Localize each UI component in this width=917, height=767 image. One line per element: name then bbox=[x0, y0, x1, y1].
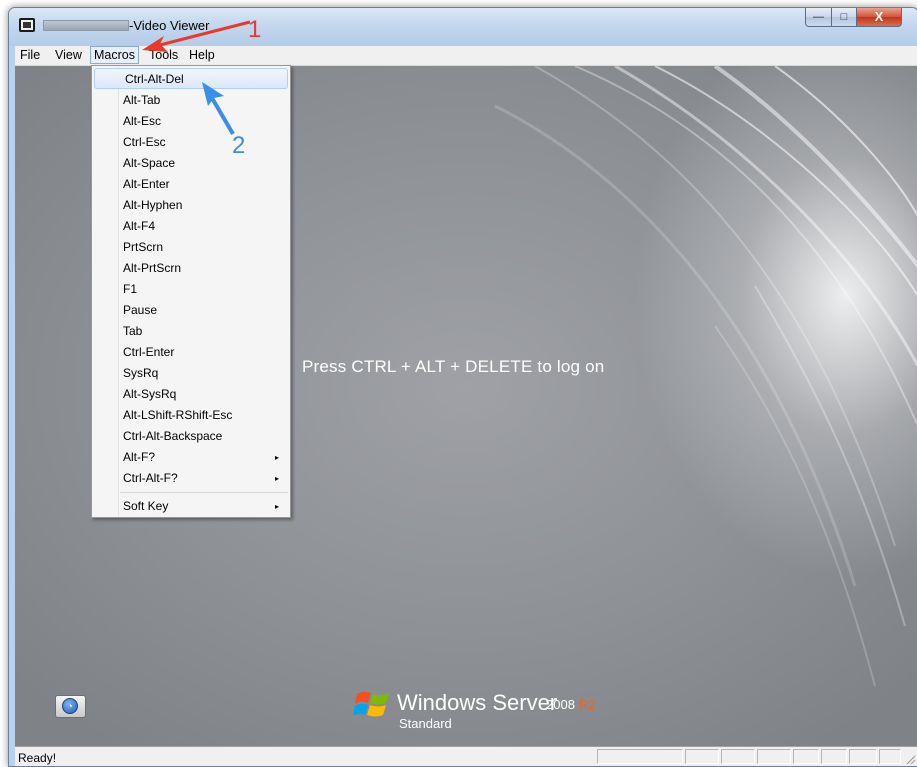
menu-view[interactable]: View bbox=[52, 48, 85, 63]
menu-item-label: Alt-PrtScrn bbox=[123, 261, 182, 275]
annotation-number-1: 1 bbox=[248, 16, 262, 43]
status-cell bbox=[821, 749, 847, 764]
macro-alt-space[interactable]: Alt-Space bbox=[93, 153, 289, 174]
menu-help[interactable]: Help bbox=[186, 48, 218, 63]
status-bar: Ready! bbox=[15, 746, 917, 766]
macro-alt-f-submenu[interactable]: Alt-F? ▸ bbox=[93, 447, 289, 468]
resize-grip-icon[interactable] bbox=[904, 753, 916, 765]
macro-ctrl-alt-del[interactable]: Ctrl-Alt-Del bbox=[94, 68, 288, 89]
menu-macros[interactable]: Macros bbox=[90, 46, 139, 64]
submenu-arrow-icon: ▸ bbox=[274, 453, 279, 462]
macro-alt-esc[interactable]: Alt-Esc bbox=[93, 111, 289, 132]
menu-item-label: Alt-F4 bbox=[123, 219, 156, 233]
close-button[interactable]: X bbox=[856, 8, 902, 27]
macros-dropdown-menu: Ctrl-Alt-Del Alt-Tab Alt-Esc Ctrl-Esc Al… bbox=[91, 65, 291, 518]
menu-item-label: Soft Key bbox=[123, 499, 169, 513]
submenu-arrow-icon: ▸ bbox=[274, 502, 279, 511]
macro-soft-key-submenu[interactable]: Soft Key ▸ bbox=[93, 496, 289, 517]
menu-tools[interactable]: Tools bbox=[146, 48, 181, 63]
menu-item-label: Alt-Enter bbox=[123, 177, 170, 191]
macro-alt-enter[interactable]: Alt-Enter bbox=[93, 174, 289, 195]
status-cell bbox=[757, 749, 791, 764]
menu-item-label: Alt-Space bbox=[123, 156, 176, 170]
logon-message: Press CTRL + ALT + DELETE to log on bbox=[302, 357, 605, 376]
brand-version: 2008 bbox=[546, 697, 575, 712]
macro-ctrl-enter[interactable]: Ctrl-Enter bbox=[93, 342, 289, 363]
macro-pause[interactable]: Pause bbox=[93, 300, 289, 321]
menu-item-label: Alt-Hyphen bbox=[123, 198, 183, 212]
menu-item-label: Tab bbox=[123, 324, 143, 338]
brand-edition: Standard bbox=[399, 716, 452, 731]
macro-prtscrn[interactable]: PrtScrn bbox=[93, 237, 289, 258]
menu-item-label: SysRq bbox=[123, 366, 159, 380]
title-bar[interactable]: -Video Viewer — □ X bbox=[9, 8, 917, 46]
menu-separator bbox=[120, 492, 288, 493]
status-cell bbox=[685, 749, 719, 764]
status-cell bbox=[793, 749, 819, 764]
menu-item-label: Alt-Tab bbox=[123, 93, 161, 107]
ease-of-access-button[interactable]: ◔ bbox=[55, 695, 86, 718]
menu-item-label: Ctrl-Alt-Backspace bbox=[123, 429, 223, 443]
maximize-button[interactable]: □ bbox=[831, 8, 857, 27]
title-redacted-block bbox=[43, 20, 129, 31]
macro-ctrl-alt-f-submenu[interactable]: Ctrl-Alt-F? ▸ bbox=[93, 468, 289, 489]
menu-item-label: Alt-SysRq bbox=[123, 387, 177, 401]
macro-alt-sysrq[interactable]: Alt-SysRq bbox=[93, 384, 289, 405]
status-cell bbox=[879, 749, 901, 764]
menu-file[interactable]: File bbox=[17, 48, 43, 63]
macro-f1[interactable]: F1 bbox=[93, 279, 289, 300]
menu-item-label: Ctrl-Enter bbox=[123, 345, 175, 359]
macro-ctrl-alt-backspace[interactable]: Ctrl-Alt-Backspace bbox=[93, 426, 289, 447]
annotation-number-2: 2 bbox=[232, 132, 246, 159]
status-cell bbox=[597, 749, 683, 764]
macro-alt-prtscrn[interactable]: Alt-PrtScrn bbox=[93, 258, 289, 279]
status-cell bbox=[849, 749, 877, 764]
menu-item-label: Pause bbox=[123, 303, 158, 317]
macro-alt-lshift-rshift-esc[interactable]: Alt-LShift-RShift-Esc bbox=[93, 405, 289, 426]
menu-item-label: PrtScrn bbox=[123, 240, 164, 254]
menu-item-label: Ctrl-Alt-F? bbox=[123, 471, 178, 485]
menu-item-label: Alt-LShift-RShift-Esc bbox=[123, 408, 233, 422]
menu-item-label: Alt-F? bbox=[123, 450, 156, 464]
brand-release: R2 bbox=[579, 697, 596, 712]
menu-bar: File View Macros Tools Help bbox=[15, 46, 917, 66]
macro-sysrq[interactable]: SysRq bbox=[93, 363, 289, 384]
minimize-button[interactable]: — bbox=[805, 8, 832, 27]
windows-flag-icon bbox=[353, 691, 389, 717]
macro-tab[interactable]: Tab bbox=[93, 321, 289, 342]
brand-name: Windows Server bbox=[397, 690, 558, 715]
macro-ctrl-esc[interactable]: Ctrl-Esc bbox=[93, 132, 289, 153]
submenu-arrow-icon: ▸ bbox=[274, 474, 279, 483]
windows-server-logo: Windows Server 2008 R2 Standard bbox=[353, 688, 596, 736]
menu-item-label: Ctrl-Esc bbox=[123, 135, 166, 149]
status-text: Ready! bbox=[18, 751, 57, 765]
menu-item-label: Alt-Esc bbox=[123, 114, 162, 128]
macro-alt-tab[interactable]: Alt-Tab bbox=[93, 90, 289, 111]
macro-alt-hyphen[interactable]: Alt-Hyphen bbox=[93, 195, 289, 216]
status-cell bbox=[721, 749, 755, 764]
macro-alt-f4[interactable]: Alt-F4 bbox=[93, 216, 289, 237]
ease-of-access-icon: ◔ bbox=[62, 698, 78, 714]
monitor-app-icon bbox=[19, 18, 35, 32]
menu-item-label: F1 bbox=[123, 282, 138, 296]
menu-item-label: Ctrl-Alt-Del bbox=[125, 72, 184, 86]
window-title: -Video Viewer bbox=[129, 18, 210, 33]
